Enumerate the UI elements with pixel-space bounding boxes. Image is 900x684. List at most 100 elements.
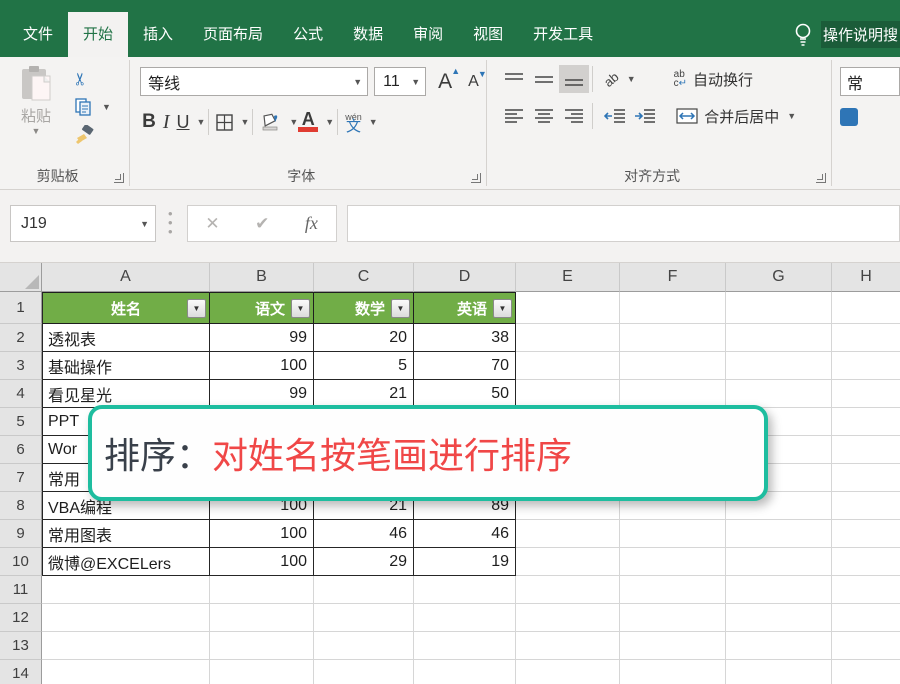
cell[interactable]: [620, 632, 726, 660]
borders-dropdown-arrow[interactable]: ▼: [240, 117, 249, 127]
cell[interactable]: [210, 660, 314, 684]
font-size-dropdown-arrow[interactable]: ▼: [411, 77, 420, 87]
column-header-h[interactable]: H: [832, 263, 900, 292]
decrease-indent-button[interactable]: [600, 102, 630, 130]
cell[interactable]: [832, 292, 900, 324]
cell[interactable]: [832, 408, 900, 436]
cell[interactable]: [516, 632, 620, 660]
cell[interactable]: [516, 292, 620, 324]
cell[interactable]: [42, 632, 210, 660]
cell[interactable]: [314, 604, 414, 632]
cell[interactable]: [314, 632, 414, 660]
cell[interactable]: [620, 324, 726, 352]
cell[interactable]: [210, 576, 314, 604]
cell[interactable]: 基础操作: [42, 352, 210, 380]
filter-button[interactable]: ▼: [391, 299, 410, 318]
column-header-d[interactable]: D: [414, 263, 516, 292]
phonetic-guide-button[interactable]: wén 文: [345, 113, 362, 131]
decrease-font-size-button[interactable]: A▼: [468, 73, 479, 91]
cell[interactable]: [726, 604, 832, 632]
cell[interactable]: 29: [314, 548, 414, 576]
row-header[interactable]: 14: [0, 660, 42, 684]
cell[interactable]: [726, 292, 832, 324]
row-header-1[interactable]: 1: [0, 292, 42, 324]
tell-me-search[interactable]: 操作说明搜: [793, 12, 900, 57]
column-header-b[interactable]: B: [210, 263, 314, 292]
row-header[interactable]: 5: [0, 408, 42, 436]
cell[interactable]: [620, 576, 726, 604]
row-header[interactable]: 4: [0, 380, 42, 408]
cell[interactable]: [726, 660, 832, 684]
column-header-c[interactable]: C: [314, 263, 414, 292]
formula-input[interactable]: [347, 205, 900, 242]
cell[interactable]: 100: [210, 548, 314, 576]
cell[interactable]: 看见星光: [42, 380, 210, 408]
cell[interactable]: [832, 492, 900, 520]
cell[interactable]: [620, 548, 726, 576]
column-header-e[interactable]: E: [516, 263, 620, 292]
cell[interactable]: [516, 660, 620, 684]
column-header-a[interactable]: A: [42, 263, 210, 292]
number-format-combo[interactable]: 常: [840, 67, 900, 96]
cell[interactable]: [832, 464, 900, 492]
align-bottom-button[interactable]: [559, 65, 589, 93]
cell[interactable]: 100: [210, 520, 314, 548]
clipboard-dialog-launcher[interactable]: [114, 173, 124, 183]
row-header[interactable]: 3: [0, 352, 42, 380]
font-color-button[interactable]: A: [298, 112, 318, 132]
underline-dropdown-arrow[interactable]: ▼: [197, 117, 206, 127]
cell-b1[interactable]: 语文 ▼: [210, 292, 314, 324]
cell[interactable]: [726, 324, 832, 352]
font-name-combo[interactable]: 等线 ▼: [140, 67, 368, 96]
tab-view[interactable]: 视图: [458, 12, 518, 57]
tab-page-layout[interactable]: 页面布局: [188, 12, 278, 57]
cell[interactable]: [516, 324, 620, 352]
tell-me-search-input[interactable]: 操作说明搜: [821, 21, 900, 48]
wrap-text-button[interactable]: ab c↵ 自动换行: [664, 69, 753, 90]
column-header-g[interactable]: G: [726, 263, 832, 292]
cell[interactable]: [42, 576, 210, 604]
tab-insert[interactable]: 插入: [128, 12, 188, 57]
enter-icon[interactable]: ✔: [255, 214, 269, 234]
copy-dropdown-arrow[interactable]: ▼: [102, 102, 111, 112]
font-name-dropdown-arrow[interactable]: ▼: [353, 77, 362, 87]
row-header[interactable]: 12: [0, 604, 42, 632]
cell[interactable]: [726, 632, 832, 660]
cancel-icon[interactable]: ✕: [205, 214, 219, 234]
format-painter-button[interactable]: [74, 121, 111, 149]
cell[interactable]: 透视表: [42, 324, 210, 352]
paste-button[interactable]: 粘贴 ▼: [10, 65, 62, 149]
cell[interactable]: 46: [314, 520, 414, 548]
cell[interactable]: 常用图表: [42, 520, 210, 548]
font-color-dropdown-arrow[interactable]: ▼: [325, 117, 334, 127]
cut-button[interactable]: ✂: [74, 65, 111, 93]
align-right-button[interactable]: [559, 102, 589, 130]
cell-d1[interactable]: 英语 ▼: [414, 292, 516, 324]
cell[interactable]: [516, 576, 620, 604]
cell[interactable]: [726, 576, 832, 604]
row-header[interactable]: 8: [0, 492, 42, 520]
cell[interactable]: [832, 548, 900, 576]
cell[interactable]: 微博@EXCELers: [42, 548, 210, 576]
select-all-corner[interactable]: [0, 263, 42, 292]
cell[interactable]: [620, 352, 726, 380]
row-header[interactable]: 6: [0, 436, 42, 464]
align-top-button[interactable]: [499, 65, 529, 93]
cell[interactable]: [726, 380, 832, 408]
cell[interactable]: [210, 604, 314, 632]
name-box[interactable]: J19 ▼: [10, 205, 156, 242]
cell[interactable]: [620, 520, 726, 548]
merge-center-dropdown-arrow[interactable]: ▼: [787, 111, 796, 121]
cell[interactable]: [620, 292, 726, 324]
cell[interactable]: 100: [210, 352, 314, 380]
cell[interactable]: [832, 324, 900, 352]
cell[interactable]: 19: [414, 548, 516, 576]
name-box-dropdown-arrow[interactable]: ▼: [140, 219, 149, 229]
cell[interactable]: [42, 660, 210, 684]
cell[interactable]: [314, 660, 414, 684]
cell[interactable]: [726, 548, 832, 576]
column-header-f[interactable]: F: [620, 263, 726, 292]
tab-home[interactable]: 开始: [68, 12, 128, 57]
row-header[interactable]: 2: [0, 324, 42, 352]
orientation-button[interactable]: ab ▼: [604, 72, 635, 87]
